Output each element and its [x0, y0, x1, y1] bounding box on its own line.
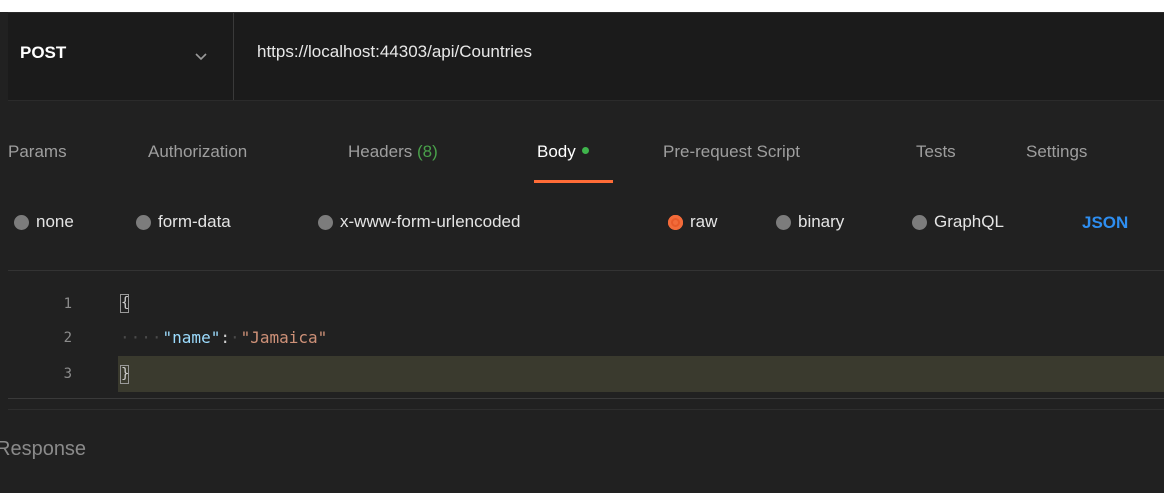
indent-whitespace: ···· [120, 328, 163, 347]
radio-label: x-www-form-urlencoded [340, 212, 521, 231]
tab-headers[interactable]: Headers (8) [348, 142, 438, 162]
line-number: 1 [63, 296, 72, 312]
code-line-1: { [120, 293, 129, 313]
tab-pre-request-script[interactable]: Pre-request Script [663, 142, 800, 162]
radio-form-data[interactable]: form-data [136, 212, 231, 232]
method-label: POST [20, 43, 67, 62]
code-editor[interactable]: 1 2 3 { ····"name":·"Jamaica" } [8, 284, 1164, 409]
request-bar: POST https://localhost:44303/api/Countri… [8, 12, 1164, 101]
radio-label: none [36, 212, 74, 231]
tab-body-label: Body [537, 142, 576, 161]
radio-x-www-form-urlencoded[interactable]: x-www-form-urlencoded [318, 212, 520, 232]
radio-icon [668, 214, 683, 230]
tab-settings[interactable]: Settings [1026, 142, 1087, 162]
radio-icon [912, 214, 927, 230]
tab-body[interactable]: Body [537, 142, 589, 162]
radio-icon [776, 214, 791, 230]
code-line-2: ····"name":·"Jamaica" [120, 328, 327, 347]
method-select[interactable]: POST [8, 13, 234, 100]
radio-none[interactable]: none [14, 212, 74, 232]
line-number: 2 [63, 330, 72, 346]
radio-label: GraphQL [934, 212, 1004, 231]
tab-tests[interactable]: Tests [916, 142, 956, 162]
headers-count: (8) [417, 142, 438, 161]
chevron-down-icon [195, 53, 207, 61]
tab-params[interactable]: Params [8, 142, 67, 162]
pane-resizer [8, 409, 1164, 410]
format-selector[interactable]: JSON [1082, 213, 1128, 233]
body-type-options: none form-data x-www-form-urlencoded raw… [0, 212, 1164, 252]
radio-label: raw [690, 212, 718, 231]
body-status-dot [581, 147, 589, 155]
editor-divider-bottom[interactable] [8, 398, 1164, 399]
active-tab-indicator [534, 180, 613, 183]
tab-authorization[interactable]: Authorization [148, 142, 247, 162]
radio-graphql[interactable]: GraphQL [912, 212, 1004, 232]
json-value: "Jamaica" [240, 328, 328, 347]
tab-headers-label: Headers [348, 142, 413, 161]
matched-brace: { [120, 294, 130, 313]
json-key: "name" [162, 328, 221, 347]
response-section-title: Response [0, 438, 87, 460]
radio-label: binary [798, 212, 845, 231]
url-input[interactable]: https://localhost:44303/api/Countries [257, 42, 532, 62]
current-line-highlight [118, 356, 1164, 392]
json-separator: : [220, 328, 230, 347]
radio-icon [318, 214, 333, 230]
editor-divider-top [8, 270, 1164, 271]
code-line-3: } [120, 364, 129, 384]
indent-whitespace: · [229, 328, 241, 347]
radio-icon [14, 214, 29, 230]
line-number: 3 [63, 366, 72, 382]
radio-binary[interactable]: binary [776, 212, 844, 232]
radio-raw[interactable]: raw [668, 212, 717, 232]
radio-icon [136, 214, 151, 230]
matched-brace: } [120, 365, 130, 384]
radio-label: form-data [158, 212, 231, 231]
request-editor: POST https://localhost:44303/api/Countri… [0, 12, 1164, 493]
